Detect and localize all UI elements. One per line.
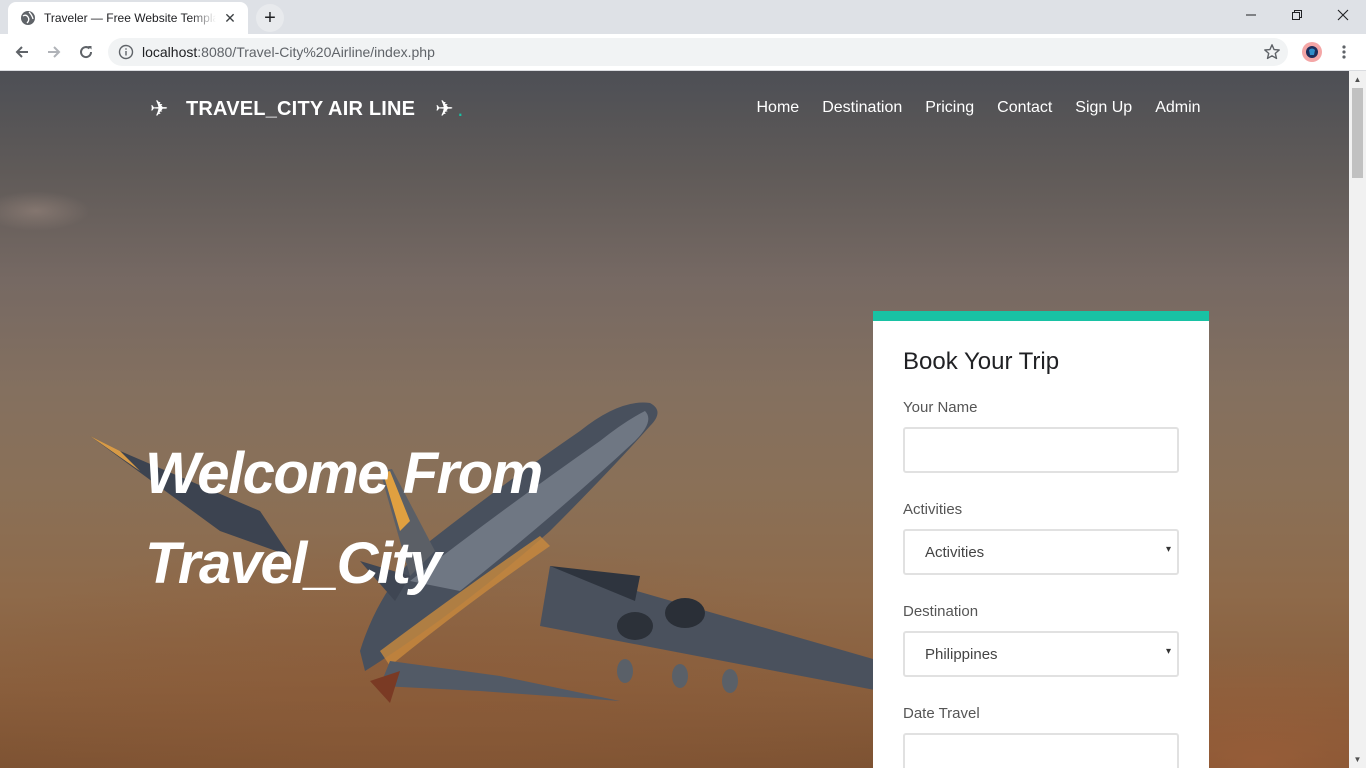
destination-selected-value: Philippines <box>925 645 998 663</box>
new-tab-button[interactable]: + <box>256 4 284 32</box>
minimize-button[interactable] <box>1228 0 1274 30</box>
nav-admin[interactable]: Admin <box>1144 97 1212 119</box>
globe-icon <box>20 10 36 26</box>
date-input[interactable] <box>905 735 1177 768</box>
arrow-left-icon <box>15 46 28 58</box>
scroll-down-arrow-icon[interactable]: ▼ <box>1349 751 1366 768</box>
chevron-down-icon: ▾ <box>1165 544 1171 555</box>
activities-select[interactable]: Activities ▾ <box>903 529 1179 575</box>
back-button[interactable] <box>8 38 36 66</box>
name-label: Your Name <box>903 399 978 416</box>
bookmark-button[interactable] <box>1258 38 1286 66</box>
browser-menu-button[interactable] <box>1330 38 1358 66</box>
page-scrollbar[interactable]: ▲ ▼ <box>1349 71 1366 768</box>
nav-sign-up[interactable]: Sign Up <box>1064 97 1144 119</box>
url-text: localhost:8080/Travel-City%20Airline/ind… <box>142 44 435 60</box>
close-window-button[interactable] <box>1320 0 1366 30</box>
chevron-down-icon: ▾ <box>1165 646 1171 657</box>
tab-strip: Traveler — Free Website Template ✕ + <box>0 0 1366 34</box>
hero-heading-line2: Travel_City <box>145 531 442 596</box>
url-host: localhost <box>142 44 198 60</box>
tab-close-icon[interactable]: ✕ <box>222 10 238 26</box>
browser-tab[interactable]: Traveler — Free Website Template ✕ <box>8 2 248 34</box>
reload-icon <box>80 46 93 59</box>
avatar-icon <box>1302 42 1322 62</box>
tab-title: Traveler — Free Website Template <box>44 11 216 25</box>
star-icon <box>1264 44 1280 60</box>
arrow-right-icon <box>48 46 61 58</box>
airplane-icon: ✈ <box>150 96 169 121</box>
scroll-up-arrow-icon[interactable]: ▲ <box>1349 71 1366 88</box>
url-path: :8080/Travel-City%20Airline/index.php <box>197 44 435 60</box>
address-bar[interactable]: localhost:8080/Travel-City%20Airline/ind… <box>108 38 1288 66</box>
forward-button[interactable] <box>40 38 68 66</box>
brand-dot: . <box>457 96 464 121</box>
name-field-wrapper <box>903 427 1179 473</box>
kebab-menu-icon <box>1342 45 1346 59</box>
airplane-icon: ✈ <box>435 96 454 121</box>
hero-heading-line1: Welcome From <box>145 441 543 506</box>
name-input[interactable] <box>905 429 1177 471</box>
info-icon[interactable] <box>118 44 134 60</box>
nav-home[interactable]: Home <box>745 97 811 119</box>
destination-label: Destination <box>903 603 979 620</box>
date-field-wrapper <box>903 733 1179 768</box>
page-viewport: ✈ TRAVEL_CITY AIR LINE ✈ . Home Destinat… <box>0 71 1349 768</box>
booking-form-title: Book Your Trip <box>903 348 1060 375</box>
scrollbar-thumb[interactable] <box>1352 88 1363 178</box>
brand-logo[interactable]: ✈ TRAVEL_CITY AIR LINE ✈ . <box>150 97 463 121</box>
nav-contact[interactable]: Contact <box>986 97 1064 119</box>
destination-select[interactable]: Philippines ▾ <box>903 631 1179 677</box>
nav-pricing[interactable]: Pricing <box>914 97 986 119</box>
hero-heading: Welcome From Travel_City <box>145 429 785 609</box>
profile-button[interactable] <box>1298 38 1326 66</box>
activities-selected-value: Activities <box>925 543 985 561</box>
browser-toolbar: localhost:8080/Travel-City%20Airline/ind… <box>0 34 1366 71</box>
main-nav: Home Destination Pricing Contact Sign Up… <box>745 97 1212 119</box>
date-label: Date Travel <box>903 705 980 722</box>
nav-destination[interactable]: Destination <box>811 97 914 119</box>
brand-name: TRAVEL_CITY AIR LINE <box>186 97 416 120</box>
activities-label: Activities <box>903 501 963 518</box>
reload-button[interactable] <box>72 38 100 66</box>
restore-button[interactable] <box>1274 0 1320 30</box>
booking-form: Book Your Trip Your Name Activities Acti… <box>873 311 1209 768</box>
cloud-decoration <box>0 191 90 231</box>
